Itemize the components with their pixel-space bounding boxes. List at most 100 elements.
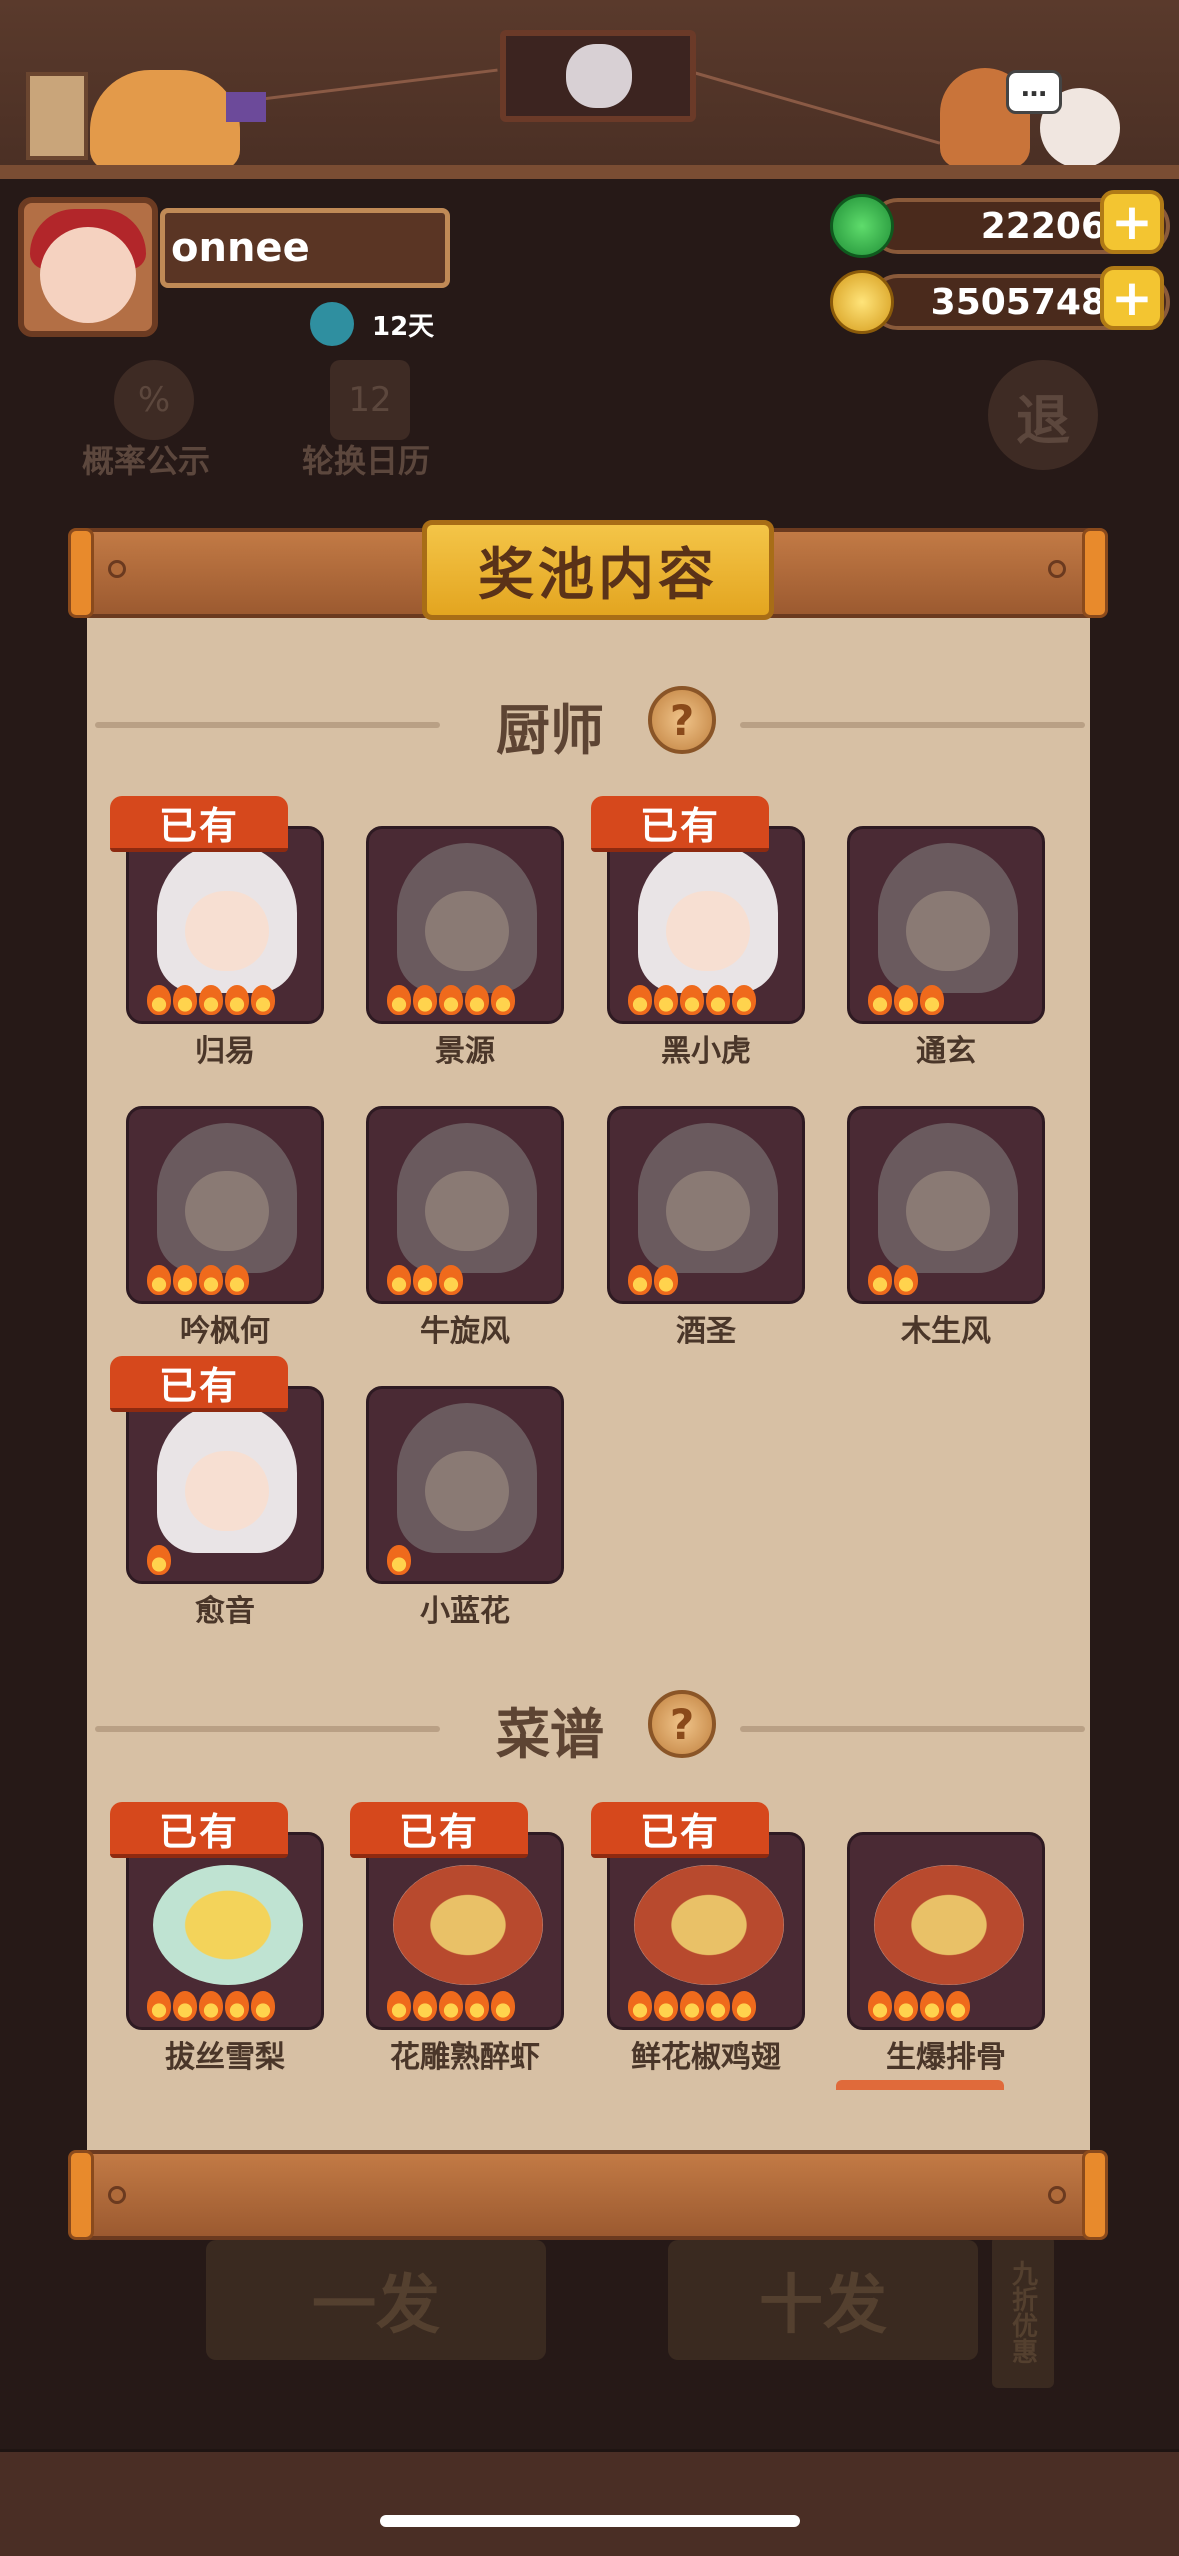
decor-flag — [226, 92, 266, 122]
recipe-card[interactable] — [847, 1832, 1045, 2030]
discount-tag: 九折优惠 — [992, 2236, 1054, 2388]
recipe-name: 生爆排骨 — [886, 2040, 1006, 2075]
calendar-label: 轮换日历 — [302, 442, 431, 480]
home-indicator[interactable] — [380, 2515, 800, 2527]
chef-card[interactable] — [126, 1386, 324, 1584]
player-name: onnee — [160, 208, 450, 288]
flame-icon — [225, 1265, 249, 1295]
chef-portrait — [878, 843, 1018, 993]
chef-portrait — [157, 1403, 297, 1553]
owned-badge: 已有 — [591, 1802, 769, 1858]
flame-icon — [628, 985, 652, 1015]
center-portrait-frame — [500, 30, 696, 122]
flame-icon — [946, 1991, 970, 2021]
flame-icon — [654, 1265, 678, 1295]
chef-card[interactable] — [366, 1106, 564, 1304]
recipe-card[interactable] — [607, 1832, 805, 2030]
recipes-help-button[interactable]: ? — [648, 1690, 716, 1758]
recipe-card[interactable] — [366, 1832, 564, 2030]
flame-icon — [732, 985, 756, 1015]
nail — [108, 560, 126, 578]
login-days: 12天 — [372, 312, 435, 342]
rarity-flames — [147, 1545, 171, 1575]
draw-one-button[interactable]: 一发 — [206, 2240, 546, 2360]
chef-card[interactable] — [366, 826, 564, 1024]
chef-name: 酒圣 — [676, 1314, 736, 1349]
chef-card[interactable] — [607, 1106, 805, 1304]
flame-icon — [920, 985, 944, 1015]
chef-portrait — [397, 1403, 537, 1553]
chef-portrait — [638, 1123, 778, 1273]
owned-badge: 已有 — [110, 1356, 288, 1412]
chefs-help-button[interactable]: ? — [648, 686, 716, 754]
rarity-flames — [868, 985, 944, 1015]
chef-name: 吟枫何 — [180, 1314, 270, 1349]
dish-image — [874, 1865, 1024, 1985]
add-jade-button[interactable]: + — [1100, 190, 1164, 254]
flame-icon — [439, 1265, 463, 1295]
chef-portrait — [157, 843, 297, 993]
section-divider — [740, 1726, 1085, 1732]
calendar-icon[interactable]: 12 — [330, 360, 410, 440]
flame-icon — [251, 1991, 275, 2021]
plank-end — [68, 2150, 94, 2240]
chef-card[interactable] — [366, 1386, 564, 1584]
recipe-name: 花雕熟醉虾 — [390, 2040, 540, 2075]
flame-icon — [465, 985, 489, 1015]
flame-icon — [680, 985, 704, 1015]
flame-icon — [439, 985, 463, 1015]
chef-name: 黑小虎 — [661, 1034, 751, 1069]
chef-portrait — [878, 1123, 1018, 1273]
chef-portrait — [638, 843, 778, 993]
speech-bubble-icon: … — [1006, 70, 1062, 114]
exit-button[interactable]: 退 — [988, 360, 1098, 470]
flame-icon — [706, 985, 730, 1015]
flame-icon — [894, 1265, 918, 1295]
owned-badge: 已有 — [350, 1802, 528, 1858]
nail — [108, 2186, 126, 2204]
owned-badge: 已有 — [591, 796, 769, 852]
flame-icon — [491, 985, 515, 1015]
chef-card[interactable] — [847, 1106, 1045, 1304]
add-coin-button[interactable]: + — [1100, 266, 1164, 330]
flame-icon — [225, 985, 249, 1015]
avatar[interactable] — [18, 197, 158, 337]
rarity-flames — [868, 1991, 970, 2021]
flame-icon — [225, 1991, 249, 2021]
flame-icon — [706, 1991, 730, 2021]
nail — [1048, 2186, 1066, 2204]
chef-card[interactable] — [126, 826, 324, 1024]
recipe-card[interactable] — [126, 1832, 324, 2030]
flame-icon — [894, 985, 918, 1015]
rarity-flames — [628, 1991, 756, 2021]
flame-icon — [199, 985, 223, 1015]
chef-name: 愈音 — [195, 1594, 255, 1629]
section-title-recipes: 菜谱 — [496, 1703, 604, 1766]
flame-icon — [387, 1265, 411, 1295]
section-divider — [95, 1726, 440, 1732]
hanging-picture — [26, 72, 88, 160]
chef-card[interactable] — [847, 826, 1045, 1024]
flame-icon — [732, 1991, 756, 2021]
draw-ten-button[interactable]: 十发 — [668, 2240, 978, 2360]
chef-name: 归易 — [195, 1034, 255, 1069]
chef-card[interactable] — [607, 826, 805, 1024]
plank-end — [1082, 2150, 1108, 2240]
rarity-flames — [147, 1265, 249, 1295]
chef-card[interactable] — [126, 1106, 324, 1304]
recipe-name: 拔丝雪梨 — [165, 2040, 285, 2075]
flame-icon — [465, 1991, 489, 2021]
flame-icon — [147, 985, 171, 1015]
probability-label: 概率公示 — [82, 442, 211, 480]
chef-portrait — [157, 1123, 297, 1273]
flame-icon — [491, 1991, 515, 2021]
jade-icon — [830, 194, 894, 258]
probability-icon[interactable]: % — [114, 360, 194, 440]
flame-icon — [413, 1265, 437, 1295]
flame-icon — [439, 1991, 463, 2021]
chef-name: 景源 — [435, 1034, 495, 1069]
flame-icon — [680, 1991, 704, 2021]
rarity-flames — [628, 985, 756, 1015]
flame-icon — [147, 1991, 171, 2021]
owned-badge: 已有 — [110, 796, 288, 852]
